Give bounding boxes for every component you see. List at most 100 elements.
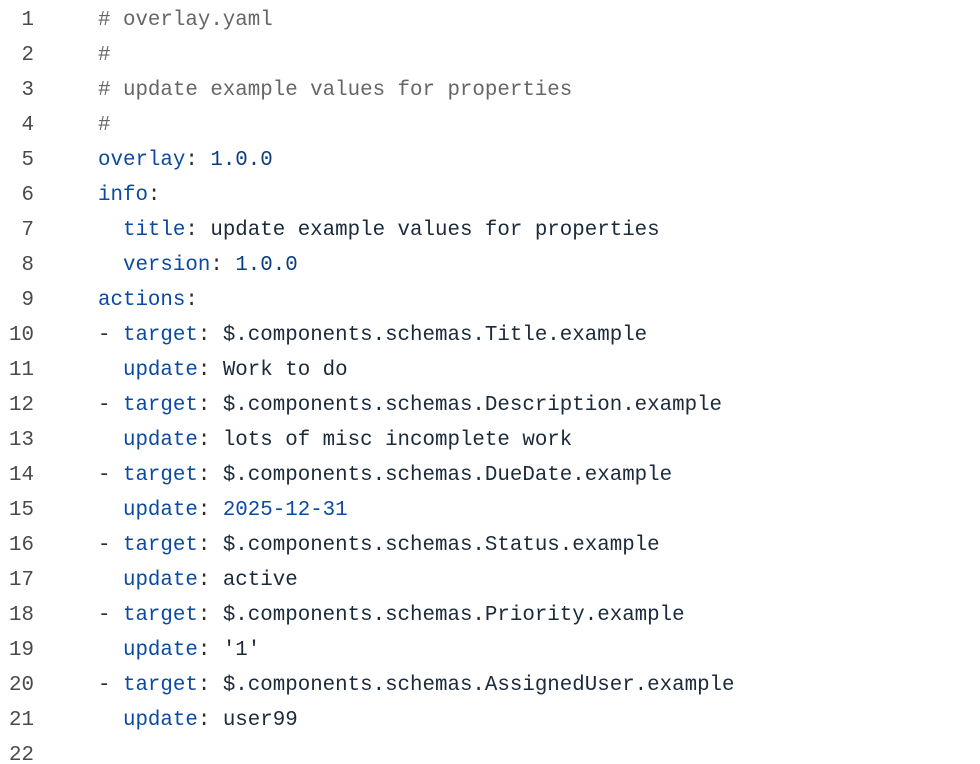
line-content: - target: $.components.schemas.Title.exa… [34, 324, 647, 347]
line-content: update: active [34, 569, 298, 592]
yaml-key: target [122, 394, 198, 417]
yaml-comment: # overlay.yaml [98, 9, 273, 32]
yaml-separator: : [197, 674, 223, 697]
line-content: update: lots of misc incomplete work [34, 429, 572, 452]
line-content: update: Work to do [34, 359, 348, 382]
code-line: 12- target: $.components.schemas.Descrip… [0, 388, 980, 423]
line-number: 10 [9, 324, 34, 347]
line-content: - target: $.components.schemas.DueDate.e… [34, 464, 672, 487]
code-line: 9 actions: [0, 283, 980, 318]
line-content: # update example values for properties [34, 79, 572, 102]
line-number: 15 [9, 499, 34, 522]
yaml-separator: : [197, 324, 223, 347]
yaml-key: info [98, 184, 148, 207]
yaml-separator: : [147, 184, 161, 207]
code-line: 13 update: lots of misc incomplete work [0, 423, 980, 458]
code-line: 20- target: $.components.schemas.Assigne… [0, 668, 980, 703]
yaml-key: update [122, 359, 198, 382]
yaml-value: 1.0.0 [210, 149, 273, 172]
yaml-key: target [122, 604, 198, 627]
yaml-value: $.components.schemas.Description.example [222, 394, 723, 417]
list-dash: - [98, 604, 123, 627]
line-number: 12 [9, 394, 34, 417]
yaml-value: active [222, 569, 298, 592]
code-line: 10- target: $.components.schemas.Title.e… [0, 318, 980, 353]
code-viewer: 1 # overlay.yaml 2 #3 # update example value… [0, 0, 980, 764]
line-number: 9 [21, 289, 34, 312]
list-dash: - [98, 464, 123, 487]
yaml-key: version [122, 254, 211, 277]
yaml-key: actions [98, 289, 186, 312]
yaml-separator: : [197, 394, 223, 417]
yaml-key: target [122, 324, 198, 347]
code-line: 2 # [0, 38, 980, 73]
yaml-separator: : [197, 604, 223, 627]
yaml-separator: : [197, 359, 223, 382]
code-line: 14- target: $.components.schemas.DueDate… [0, 458, 980, 493]
code-line: 19 update: '1' [0, 633, 980, 668]
line-content: update: user99 [34, 709, 298, 732]
yaml-separator: : [185, 219, 211, 242]
code-line: 16- target: $.components.schemas.Status.… [0, 528, 980, 563]
yaml-value: $.components.schemas.Status.example [222, 534, 660, 557]
line-number: 19 [9, 639, 34, 662]
yaml-separator: : [197, 569, 223, 592]
yaml-key: update [122, 639, 198, 662]
line-content: - target: $.components.schemas.Priority.… [34, 604, 685, 627]
yaml-separator: : [197, 639, 223, 662]
yaml-key: update [122, 709, 198, 732]
yaml-separator: : [197, 709, 223, 732]
yaml-value: '1' [222, 639, 261, 662]
yaml-key: update [122, 569, 198, 592]
yaml-value: 2025-12-31 [222, 499, 348, 522]
code-line: 8 version: 1.0.0 [0, 248, 980, 283]
yaml-comment: # update example values for properties [98, 79, 573, 102]
line-content: actions: [34, 289, 198, 312]
code-line: 6 info: [0, 178, 980, 213]
line-content: version: 1.0.0 [34, 254, 298, 277]
code-line: 21 update: user99 [0, 703, 980, 738]
line-number: 21 [9, 709, 34, 732]
line-content: info: [34, 184, 160, 207]
line-number: 6 [21, 184, 34, 207]
line-number: 3 [21, 79, 34, 102]
yaml-value: Work to do [222, 359, 348, 382]
list-dash: - [98, 394, 123, 417]
code-line: 11 update: Work to do [0, 353, 980, 388]
line-content: update: '1' [34, 639, 260, 662]
line-number: 4 [21, 114, 34, 137]
line-content: - target: $.components.schemas.Descripti… [34, 394, 722, 417]
code-line: 5 overlay: 1.0.0 [0, 143, 980, 178]
yaml-key: target [122, 674, 198, 697]
line-number: 11 [9, 359, 34, 382]
yaml-key: title [122, 219, 186, 242]
code-line: 17 update: active [0, 563, 980, 598]
line-number: 2 [21, 44, 34, 67]
code-line: 7 title: update example values for prope… [0, 213, 980, 248]
line-content: - target: $.components.schemas.Status.ex… [34, 534, 660, 557]
code-line: 4 # [0, 108, 980, 143]
line-content: update: 2025-12-31 [34, 499, 348, 522]
yaml-value: $.components.schemas.DueDate.example [222, 464, 673, 487]
line-number: 7 [21, 219, 34, 242]
yaml-separator: : [210, 254, 236, 277]
line-content: # overlay.yaml [34, 9, 273, 32]
yaml-key: update [122, 429, 198, 452]
code-line: 22 [0, 738, 980, 764]
yaml-value: update example values for properties [210, 219, 660, 242]
line-number: 16 [9, 534, 34, 557]
line-content: # [34, 44, 110, 67]
yaml-value: user99 [222, 709, 298, 732]
yaml-comment: # [98, 44, 111, 67]
line-number: 17 [9, 569, 34, 592]
yaml-value: $.components.schemas.Priority.example [222, 604, 685, 627]
yaml-comment: # [98, 114, 111, 137]
line-content: overlay: 1.0.0 [34, 149, 273, 172]
line-number: 14 [9, 464, 34, 487]
line-content: - target: $.components.schemas.AssignedU… [34, 674, 735, 697]
yaml-separator: : [185, 289, 198, 312]
